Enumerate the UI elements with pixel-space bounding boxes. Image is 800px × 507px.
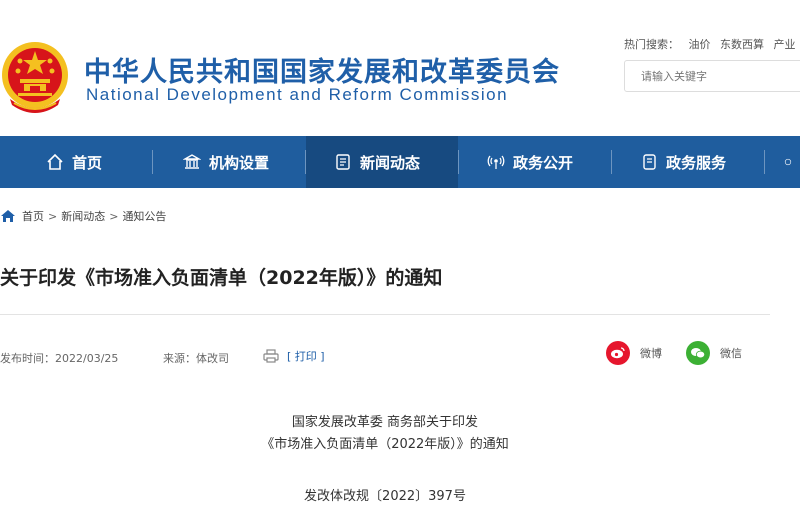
nav-item-organization[interactable]: 机构设置	[153, 136, 305, 188]
hot-search-term[interactable]: 产业	[774, 38, 796, 51]
site-title-en: National Development and Reform Commissi…	[86, 85, 509, 104]
title-divider	[0, 314, 770, 315]
share-weibo[interactable]: 微博	[606, 341, 662, 365]
share-wechat-label: 微信	[720, 347, 742, 360]
nav-item-home[interactable]: 首页	[0, 136, 152, 188]
circle-icon	[784, 158, 792, 166]
national-emblem-icon	[2, 42, 68, 113]
search-input[interactable]	[624, 60, 800, 92]
home-icon	[1, 210, 15, 222]
site-title-cn: 中华人民共和国国家发展和改革委员会	[84, 57, 560, 88]
broadcast-icon	[487, 155, 505, 169]
breadcrumb: 首页 > 新闻动态 > 通知公告	[0, 208, 166, 224]
publish-label: 发布时间：	[0, 352, 55, 365]
nav-item-news[interactable]: 新闻动态	[306, 136, 458, 188]
hot-searches: 热门搜索： 油价 东数西算 产业	[624, 36, 800, 52]
nav-item-more[interactable]	[784, 136, 800, 188]
publish-date: 发布时间：2022/03/25	[0, 350, 118, 366]
news-icon	[336, 154, 350, 170]
source-label: 来源：	[163, 352, 196, 365]
hot-search-term[interactable]: 油价	[689, 38, 711, 51]
publish-value: 2022/03/25	[55, 352, 119, 365]
print-label: [ 打印 ]	[287, 350, 325, 363]
article-title: 关于印发《市场准入负面清单（2022年版）》的通知	[0, 267, 443, 289]
nav-item-label: 政务公开	[513, 153, 574, 172]
breadcrumb-separator: >	[109, 209, 119, 223]
share-weibo-label: 微博	[640, 347, 662, 360]
main-nav: 首页 机构设置 新闻动态 政务公开 政务服务	[0, 136, 800, 188]
nav-item-label: 首页	[72, 153, 103, 172]
share-wechat[interactable]: 微信	[686, 341, 742, 365]
nav-item-label: 政务服务	[666, 153, 727, 172]
breadcrumb-separator: >	[48, 209, 58, 223]
breadcrumb-home[interactable]: 首页	[22, 208, 44, 224]
body-heading-line-2: 《市场准入负面清单（2022年版）》的通知	[261, 437, 509, 452]
nav-item-label: 新闻动态	[360, 153, 421, 172]
nav-divider	[764, 150, 765, 174]
document-icon	[643, 154, 656, 170]
nav-item-government-services[interactable]: 政务服务	[612, 136, 764, 188]
hot-search-label: 热门搜索：	[624, 38, 679, 51]
source-value: 体改司	[196, 352, 229, 365]
nav-item-government-affairs[interactable]: 政务公开	[459, 136, 611, 188]
article-source: 来源：体改司	[163, 350, 229, 366]
site-header: 中华人民共和国国家发展和改革委员会 National Development a…	[0, 0, 800, 136]
body-heading-line-1: 国家发展改革委 商务部关于印发	[291, 415, 479, 430]
printer-icon	[263, 349, 279, 363]
document-number: 发改体改规〔2022〕397号	[304, 489, 466, 504]
home-icon	[47, 153, 63, 170]
breadcrumb-notices[interactable]: 通知公告	[122, 208, 166, 224]
breadcrumb-news[interactable]: 新闻动态	[61, 208, 105, 224]
building-icon	[183, 154, 201, 169]
wechat-icon	[686, 341, 710, 365]
weibo-icon	[606, 341, 630, 365]
nav-item-label: 机构设置	[209, 153, 270, 172]
hot-search-term[interactable]: 东数西算	[720, 38, 764, 51]
print-button[interactable]: [ 打印 ]	[263, 348, 325, 364]
